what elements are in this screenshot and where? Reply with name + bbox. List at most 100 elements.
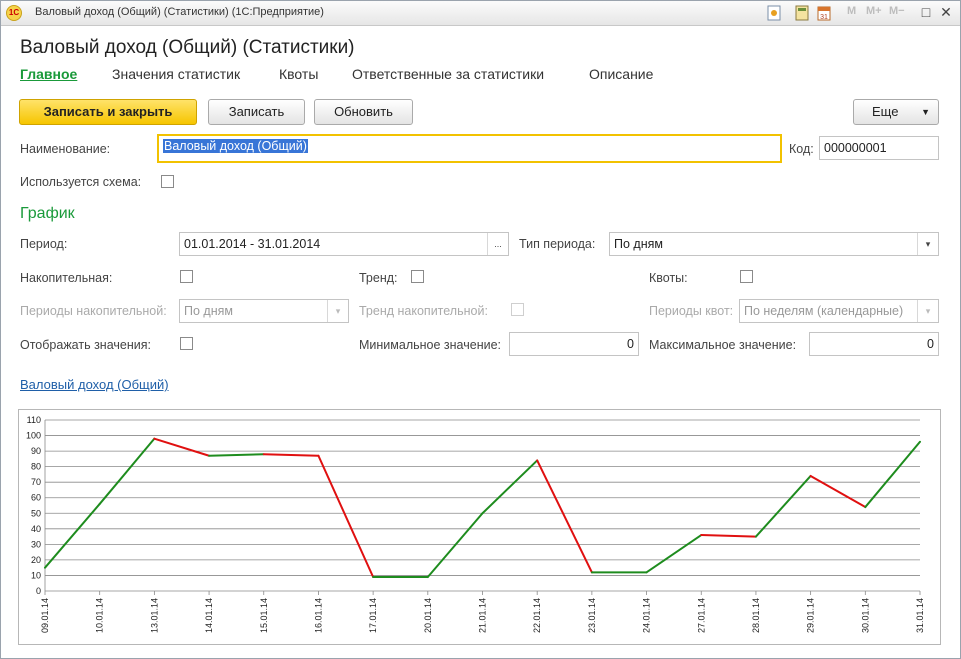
trend-cumulative-checkbox <box>511 303 524 316</box>
x-tick-label: 24.01.14 <box>642 598 652 633</box>
svg-text:31: 31 <box>820 14 828 21</box>
cumulative-periods-select: По дням ▾ <box>179 299 349 323</box>
series-segment <box>317 454 375 579</box>
app-window: 1C Валовый доход (Общий) (Статистики) (1… <box>0 0 961 659</box>
report-icon[interactable] <box>766 5 782 21</box>
name-field-value: Валовый доход (Общий) <box>163 139 308 153</box>
calculator-icon[interactable] <box>794 5 810 21</box>
x-tick-label: 28.01.14 <box>751 598 761 633</box>
y-tick-label: 40 <box>31 524 41 534</box>
series-segment <box>536 459 593 574</box>
calendar-icon[interactable]: 31 <box>816 5 832 21</box>
series-segment <box>700 534 757 538</box>
tab-responsibles[interactable]: Ответственные за статистики <box>352 66 544 82</box>
x-tick-label: 29.01.14 <box>806 598 816 633</box>
y-tick-label: 50 <box>31 508 41 518</box>
y-tick-label: 30 <box>31 539 41 549</box>
name-field[interactable]: Валовый доход (Общий) <box>157 134 782 163</box>
save-and-close-button[interactable]: Записать и закрыть <box>19 99 197 125</box>
cumulative-label: Накопительная: <box>20 271 113 285</box>
statistics-chart: 0 10 20 30 40 50 60 70 80 90 100 110 09.01.14 10.01.1… <box>18 409 941 645</box>
tab-main[interactable]: Главное <box>20 66 77 82</box>
period-field[interactable]: 01.01.2014 - 31.01.2014 ... <box>179 232 509 256</box>
series-segment <box>426 512 484 579</box>
series-segment <box>864 440 921 509</box>
y-tick-label: 60 <box>31 493 41 503</box>
more-button[interactable]: Еще ▼ <box>853 99 939 125</box>
chevron-down-icon[interactable]: ▾ <box>917 233 938 255</box>
series-segment <box>645 534 703 574</box>
uses-schema-checkbox[interactable] <box>161 175 174 188</box>
x-tick-label: 27.01.14 <box>696 598 706 633</box>
cumulative-checkbox[interactable] <box>180 270 193 283</box>
series-segment <box>481 459 539 515</box>
x-tick-label: 10.01.14 <box>95 598 105 633</box>
chart-title-link[interactable]: Валовый доход (Общий) <box>20 377 169 392</box>
x-tick-label: 14.01.14 <box>204 598 214 633</box>
x-tick-label: 21.01.14 <box>478 598 488 633</box>
chart-svg: 0 10 20 30 40 50 60 70 80 90 100 110 09.01.14 10.01.1… <box>26 415 925 633</box>
x-tick-label: 15.01.14 <box>259 598 269 633</box>
series-segment <box>809 474 867 509</box>
maximize-icon[interactable]: □ <box>917 3 935 21</box>
trend-checkbox[interactable] <box>411 270 424 283</box>
quota-periods-value: По неделям (календарные) <box>744 304 904 318</box>
refresh-button[interactable]: Обновить <box>314 99 413 125</box>
cumulative-periods-value: По дням <box>184 304 233 318</box>
period-field-value: 01.01.2014 - 31.01.2014 <box>184 237 321 251</box>
x-tick-label: 23.01.14 <box>587 598 597 633</box>
y-tick-label: 110 <box>27 415 41 425</box>
x-tick-label: 22.01.14 <box>532 598 542 633</box>
period-label: Период: <box>20 237 68 251</box>
memory-plus-button[interactable]: M+ <box>866 5 882 17</box>
x-tick-label: 30.01.14 <box>860 598 870 633</box>
memory-m-button[interactable]: M <box>847 5 856 17</box>
chevron-down-icon: ▾ <box>327 300 348 322</box>
app-logo-icon: 1C <box>6 5 22 21</box>
show-values-checkbox[interactable] <box>180 337 193 350</box>
chevron-down-icon: ▾ <box>917 300 938 322</box>
y-tick-label: 90 <box>31 446 41 456</box>
chart-section-title: График <box>20 205 75 222</box>
save-button[interactable]: Записать <box>208 99 305 125</box>
form-title: Валовый доход (Общий) (Статистики) <box>20 37 355 58</box>
series-segment <box>153 437 211 457</box>
name-label: Наименование: <box>20 142 111 156</box>
max-value-label: Максимальное значение: <box>649 338 797 352</box>
trend-cumulative-label: Тренд накопительной: <box>359 304 488 318</box>
period-type-value: По дням <box>614 237 663 251</box>
code-label: Код: <box>789 142 814 156</box>
chevron-down-icon: ▼ <box>921 107 930 117</box>
quotas-checkbox[interactable] <box>740 270 753 283</box>
y-tick-label: 70 <box>31 477 41 487</box>
series-segment <box>754 474 812 538</box>
uses-schema-label: Используется схема: <box>20 175 142 189</box>
x-tick-label: 31.01.14 <box>915 598 925 633</box>
period-type-label: Тип периода: <box>519 237 596 251</box>
x-tick-label: 09.01.14 <box>40 598 50 633</box>
window-title: Валовый доход (Общий) (Статистики) (1С:П… <box>35 6 324 18</box>
cumulative-periods-label: Периоды накопительной: <box>20 304 167 318</box>
x-tick-label: 13.01.14 <box>149 598 159 633</box>
max-value-field[interactable]: 0 <box>809 332 939 356</box>
quota-periods-label: Периоды квот: <box>649 304 734 318</box>
min-value-field[interactable]: 0 <box>509 332 639 356</box>
period-select-button[interactable]: ... <box>487 233 508 255</box>
x-tick-label: 20.01.14 <box>423 598 433 633</box>
trend-label: Тренд: <box>359 271 398 285</box>
code-field[interactable]: 000000001 <box>819 136 939 160</box>
title-bar: 1C Валовый доход (Общий) (Статистики) (1… <box>1 1 960 26</box>
tab-description[interactable]: Описание <box>589 66 653 82</box>
memory-minus-button[interactable]: M− <box>889 5 905 17</box>
x-tick-label: 17.01.14 <box>368 598 378 633</box>
x-tick-label: 16.01.14 <box>313 598 323 633</box>
series-segment <box>208 453 265 457</box>
period-type-select[interactable]: По дням ▾ <box>609 232 939 256</box>
quotas-label: Квоты: <box>649 271 688 285</box>
close-icon[interactable]: ✕ <box>937 3 955 21</box>
y-tick-label: 20 <box>31 555 41 565</box>
min-value-label: Минимальное значение: <box>359 338 501 352</box>
tab-statistic-values[interactable]: Значения статистик <box>112 66 240 82</box>
y-tick-label: 100 <box>26 431 41 441</box>
tab-quotas[interactable]: Квоты <box>279 66 318 82</box>
